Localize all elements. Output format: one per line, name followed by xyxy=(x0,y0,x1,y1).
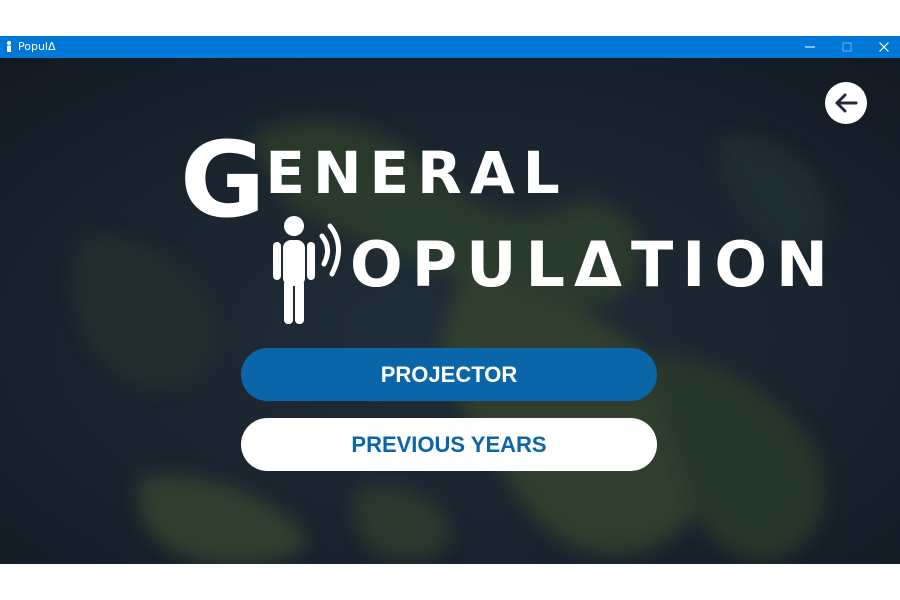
previous-years-button[interactable]: PREVIOUS YEARS xyxy=(241,418,657,471)
logo-line-population: OPULΔTION xyxy=(350,234,837,296)
logo-general-rest: ENERAL xyxy=(265,139,568,207)
logo-initial-g: G xyxy=(180,119,266,241)
minimize-icon xyxy=(805,46,815,48)
person-signal-icon xyxy=(273,216,341,324)
logo-population-rest: OPULΔTION xyxy=(350,228,837,301)
window-title: PopulΔ xyxy=(18,40,56,53)
logo-line-general: GENERAL xyxy=(180,128,568,232)
back-button[interactable] xyxy=(825,82,867,124)
close-icon xyxy=(879,42,889,52)
screenshot-page: PopulΔ GENERAL OPULΔTION PROJECTOR PREVI… xyxy=(0,0,900,600)
minimize-button[interactable] xyxy=(792,36,828,58)
maximize-button[interactable] xyxy=(829,36,865,58)
main-screen: GENERAL OPULΔTION PROJECTOR PREVIOUS YEA… xyxy=(0,58,900,564)
general-population-logo: GENERAL OPULΔTION xyxy=(160,128,828,348)
app-person-icon xyxy=(7,41,11,52)
projector-button[interactable]: PROJECTOR xyxy=(241,348,657,401)
maximize-icon xyxy=(842,42,852,52)
arrow-left-icon xyxy=(835,93,858,113)
app-window: PopulΔ GENERAL OPULΔTION PROJECTOR PREVI… xyxy=(0,36,900,564)
close-button[interactable] xyxy=(866,36,900,58)
title-bar[interactable]: PopulΔ xyxy=(0,36,900,58)
